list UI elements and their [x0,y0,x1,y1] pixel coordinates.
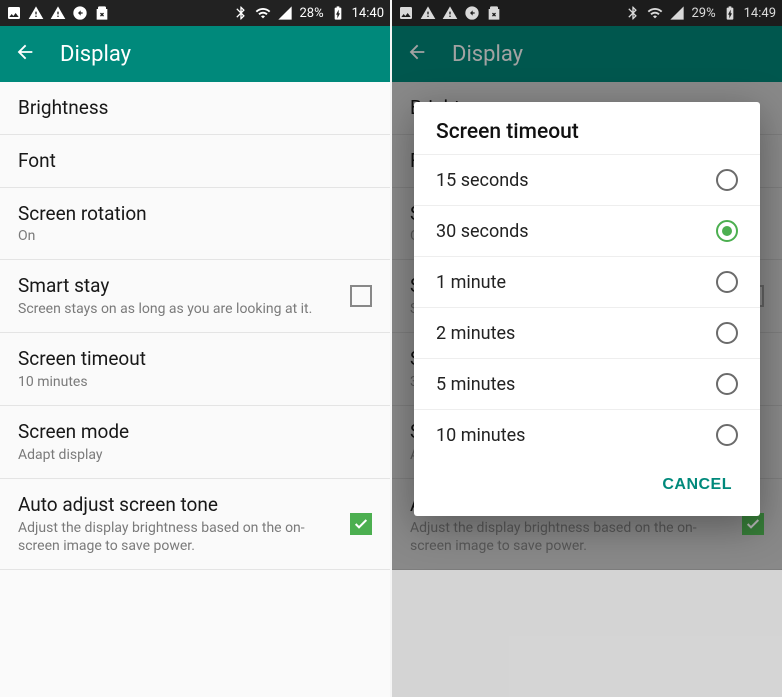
item-subtitle: 10 minutes [18,373,372,391]
item-title: Auto adjust screen tone [18,493,340,517]
dialog-title: Screen timeout [414,120,760,154]
item-screen-timeout[interactable]: Screen timeout 10 minutes [0,333,390,406]
item-subtitle: Screen stays on as long as you are looki… [18,300,340,318]
screen-timeout-dialog: 29% 14:49 Display Brightness Font Screen… [392,0,782,697]
item-subtitle: Adjust the display brightness based on t… [18,519,340,555]
item-auto-adjust-tone[interactable]: Auto adjust screen tone Adjust the displ… [0,479,390,570]
battery-percent: 28% [299,6,323,21]
checkbox-smart-stay[interactable] [350,285,372,307]
clock: 14:40 [352,6,384,21]
warning-icon [28,5,44,21]
warning-icon [50,5,66,21]
option-30-seconds[interactable]: 30 seconds [414,205,760,256]
screen-display-settings: 28% 14:40 Display Brightness Font Screen… [0,0,390,697]
option-label: 30 seconds [436,221,716,242]
radio-icon [716,424,738,446]
option-label: 10 minutes [436,425,716,446]
item-title: Screen timeout [18,347,372,371]
cancel-button[interactable]: CANCEL [652,468,742,502]
item-subtitle: On [18,227,372,245]
item-title: Brightness [18,96,372,120]
option-label: 15 seconds [436,170,716,191]
item-title: Screen mode [18,420,372,444]
item-brightness[interactable]: Brightness [0,82,390,135]
radio-icon [716,271,738,293]
page-title: Display [60,42,131,67]
item-smart-stay[interactable]: Smart stay Screen stays on as long as yo… [0,260,390,333]
dialog-actions: CANCEL [414,460,760,510]
wifi-icon [255,5,271,21]
action-bar: Display [0,26,390,82]
signal-icon [277,5,293,21]
clipboard-cancel-icon [94,5,110,21]
radio-icon [716,322,738,344]
battery-charging-icon [330,5,346,21]
dialog-screen-timeout: Screen timeout 15 seconds 30 seconds 1 m… [414,102,760,516]
radio-icon [716,169,738,191]
status-bar: 28% 14:40 [0,0,390,26]
option-15-seconds[interactable]: 15 seconds [414,154,760,205]
item-font[interactable]: Font [0,135,390,188]
bluetooth-icon [233,5,249,21]
item-title: Screen rotation [18,202,372,226]
option-5-minutes[interactable]: 5 minutes [414,358,760,409]
option-2-minutes[interactable]: 2 minutes [414,307,760,358]
item-screen-rotation[interactable]: Screen rotation On [0,188,390,261]
radio-icon [716,220,738,242]
option-label: 2 minutes [436,323,716,344]
item-screen-mode[interactable]: Screen mode Adapt display [0,406,390,479]
image-icon [6,5,22,21]
item-title: Smart stay [18,274,340,298]
option-label: 5 minutes [436,374,716,395]
checkbox-auto-adjust[interactable] [350,513,372,535]
item-subtitle: Adapt display [18,446,372,464]
back-icon[interactable] [14,41,36,67]
settings-list: Brightness Font Screen rotation On Smart… [0,82,390,570]
option-10-minutes[interactable]: 10 minutes [414,409,760,460]
radio-icon [716,373,738,395]
option-label: 1 minute [436,272,716,293]
option-1-minute[interactable]: 1 minute [414,256,760,307]
sync-icon [72,5,88,21]
item-title: Font [18,149,372,173]
